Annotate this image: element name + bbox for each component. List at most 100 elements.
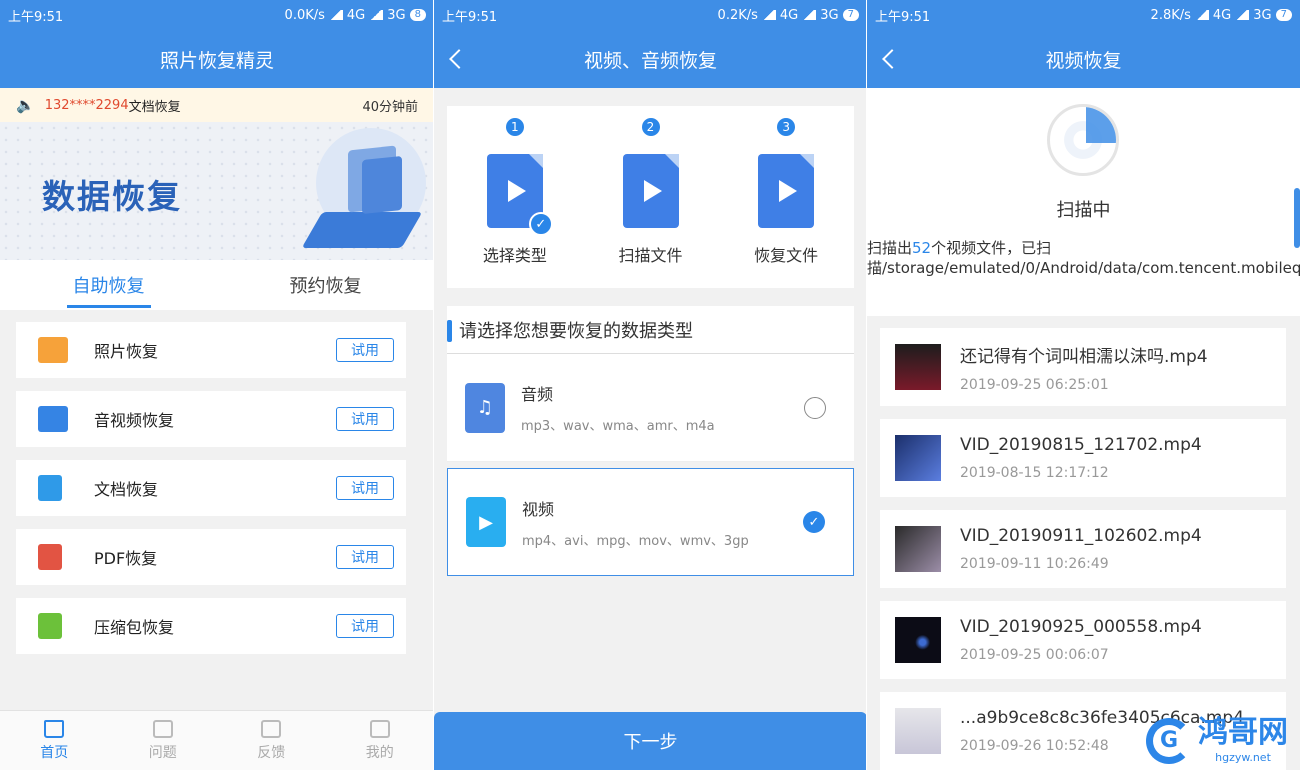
scan-path: 个视频文件，已扫描/storage/emulated/0/Android/dat… xyxy=(867,239,1300,277)
video-name: VID_20190815_121702.mp4 xyxy=(960,435,1202,455)
video-file-icon: ✓ xyxy=(486,154,553,236)
item-label: 文档恢复 xyxy=(94,480,159,499)
list-item-photo[interactable]: 照片恢复 试用 xyxy=(16,322,406,378)
item-label: 照片恢复 xyxy=(94,342,159,361)
battery-icon: 7 xyxy=(842,9,859,21)
nav-questions[interactable]: 问题 xyxy=(109,711,218,770)
try-button[interactable]: 试用 xyxy=(336,338,394,362)
signal-icon xyxy=(1194,10,1209,20)
back-arrow-icon[interactable] xyxy=(449,49,469,69)
section-title: 请选择您想要恢复的数据类型 xyxy=(447,306,854,354)
page-title: 照片恢复精灵 xyxy=(0,30,434,88)
speaker-icon: 🔈 xyxy=(16,96,35,114)
type-section-video: ▶ 视频 mp4、avi、mpg、mov、wmv、3gp ✓ xyxy=(447,468,854,576)
watermark-name: 鸿哥网 xyxy=(1198,715,1288,750)
next-button[interactable]: 下一步 xyxy=(434,712,867,770)
net-type-1: 4G xyxy=(1212,7,1232,23)
step-number: 3 xyxy=(777,118,796,136)
title-bar: 视频恢复 xyxy=(867,30,1300,88)
notice-text: 文档恢复 xyxy=(128,99,181,115)
list-item-zip[interactable]: 压缩包恢复 试用 xyxy=(16,598,406,654)
video-date: 2019-09-25 00:06:07 xyxy=(960,647,1109,663)
back-arrow-icon[interactable] xyxy=(882,49,902,69)
net-type-2: 3G xyxy=(387,7,406,23)
step-label: 恢复文件 xyxy=(754,246,819,265)
nav-label: 反馈 xyxy=(257,744,286,761)
media-recovery-screen: 上午9:51 0.2K/s 4G 3G 7 视频、音频恢复 1 ✓ 选择类型 2… xyxy=(434,0,867,770)
home-icon xyxy=(44,719,65,738)
try-button[interactable]: 试用 xyxy=(336,476,394,500)
signal-icon xyxy=(1235,10,1250,20)
nav-label: 首页 xyxy=(40,744,69,761)
step-recover-files: 3 恢复文件 xyxy=(718,106,854,288)
nav-home[interactable]: 首页 xyxy=(0,711,109,770)
tab-appointment-recovery[interactable]: 预约恢复 xyxy=(217,260,434,310)
notice-time: 40分钟前 xyxy=(362,99,418,115)
title-bar: 视频、音频恢复 xyxy=(434,30,867,88)
nav-label: 我的 xyxy=(365,744,394,761)
nav-label: 问题 xyxy=(148,744,177,761)
video-thumbnail xyxy=(895,708,941,754)
battery-icon: 8 xyxy=(409,9,426,21)
nav-mine[interactable]: 我的 xyxy=(326,711,435,770)
profile-icon xyxy=(369,719,390,738)
video-camera-icon: ▶ xyxy=(466,497,506,547)
net-type-1: 4G xyxy=(346,7,366,23)
document-icon xyxy=(38,475,62,501)
check-icon: ✓ xyxy=(528,212,553,236)
list-item-video[interactable]: 音视频恢复 试用 xyxy=(16,391,406,447)
nav-feedback[interactable]: 反馈 xyxy=(217,711,326,770)
video-thumbnail xyxy=(895,344,941,390)
option-formats: mp3、wav、wma、amr、m4a xyxy=(521,419,715,434)
signal-icon xyxy=(761,10,776,20)
battery-icon: 7 xyxy=(1275,9,1292,21)
image-illustration-icon xyxy=(362,155,402,215)
scrollbar[interactable] xyxy=(1294,188,1300,248)
signal-icon xyxy=(369,10,384,20)
step-select-type: 1 ✓ 选择类型 xyxy=(447,106,583,288)
play-icon xyxy=(643,180,662,202)
net-type-1: 4G xyxy=(779,7,799,23)
radio-button[interactable] xyxy=(804,396,826,419)
banner[interactable]: 数据恢复 xyxy=(0,122,434,260)
video-icon xyxy=(38,406,68,432)
list-item[interactable]: VID_20190815_121702.mp4 2019-08-15 12:17:… xyxy=(880,419,1286,497)
tab-self-recovery[interactable]: 自助恢复 xyxy=(0,260,217,310)
status-time: 上午9:51 xyxy=(8,9,64,25)
home-screen: 上午9:51 0.0K/s 4G 3G 8 照片恢复精灵 🔈 132****22… xyxy=(0,0,434,770)
page-title: 视频、音频恢复 xyxy=(583,49,717,72)
option-audio[interactable]: ♫ 音频 mp3、wav、wma、amr、m4a xyxy=(447,354,854,462)
edit-icon xyxy=(261,719,282,738)
video-name: 还记得有个词叫相濡以沫吗.mp4 xyxy=(960,346,1208,367)
item-label: PDF恢复 xyxy=(94,549,158,568)
try-button[interactable]: 试用 xyxy=(336,407,394,431)
list-item[interactable]: VID_20190925_000558.mp4 2019-09-25 00:06:… xyxy=(880,601,1286,679)
option-video[interactable]: ▶ 视频 mp4、avi、mpg、mov、wmv、3gp ✓ xyxy=(447,468,854,576)
item-label: 压缩包恢复 xyxy=(94,618,175,637)
music-file-icon: ♫ xyxy=(465,382,505,433)
try-button[interactable]: 试用 xyxy=(336,545,394,569)
video-thumbnail xyxy=(895,526,941,572)
zip-icon xyxy=(38,613,62,639)
tab-bar: 自助恢复 预约恢复 xyxy=(0,260,434,310)
scan-count: 52 xyxy=(912,239,932,257)
list-item[interactable]: 还记得有个词叫相濡以沫吗.mp4 2019-09-25 06:25:01 xyxy=(880,328,1286,406)
watermark-logo: G 鸿哥网 hgzyw.net xyxy=(1146,717,1288,764)
radar-scan-icon xyxy=(1047,104,1119,176)
radio-checked-icon[interactable]: ✓ xyxy=(803,511,825,533)
recovery-list: 照片恢复 试用 音视频恢复 试用 文档恢复 试用 PDF恢复 试用 压缩包恢复 … xyxy=(0,310,434,654)
list-item-document[interactable]: 文档恢复 试用 xyxy=(16,460,406,516)
option-name: 音频 xyxy=(521,385,554,404)
step-label: 选择类型 xyxy=(482,246,547,265)
bottom-nav: 首页 问题 反馈 我的 xyxy=(0,710,434,770)
signal-icon xyxy=(328,10,343,20)
video-file-icon xyxy=(622,154,679,228)
play-icon xyxy=(779,180,798,202)
notice-phone: 132****2294 xyxy=(44,97,129,113)
try-button[interactable]: 试用 xyxy=(336,614,394,638)
step-scan-files: 2 扫描文件 xyxy=(583,106,719,288)
list-item-pdf[interactable]: PDF恢复 试用 xyxy=(16,529,406,585)
video-name: VID_20190911_102602.mp4 xyxy=(960,526,1202,546)
notice-bar[interactable]: 🔈 132****2294 文档恢复 40分钟前 xyxy=(0,88,434,122)
list-item[interactable]: VID_20190911_102602.mp4 2019-09-11 10:26:… xyxy=(880,510,1286,588)
